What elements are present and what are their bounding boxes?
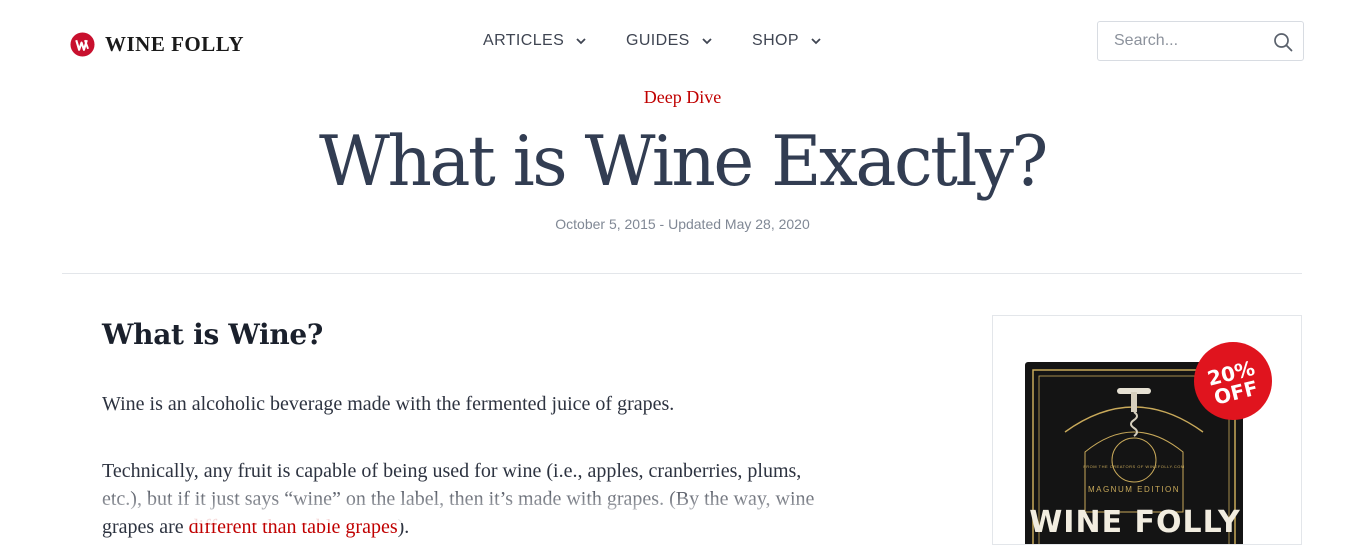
book-edition: MAGNUM EDITION: [1088, 485, 1180, 494]
nav-shop-label: SHOP: [752, 32, 799, 49]
nav-articles[interactable]: ARTICLES: [483, 32, 586, 50]
site-logo[interactable]: WINE FOLLY: [70, 31, 244, 57]
divider: [62, 273, 1302, 274]
nav-shop[interactable]: SHOP: [752, 32, 821, 50]
search-icon[interactable]: [1273, 32, 1293, 52]
paragraph-with-link: Technically, any fruit is capable of bei…: [102, 457, 822, 541]
paragraph-text: Technically, any fruit is capable of bei…: [102, 460, 815, 538]
nav-guides-label: GUIDES: [626, 32, 690, 49]
publish-date: October 5, 2015 - Updated May 28, 2020: [555, 216, 810, 232]
table-grapes-link[interactable]: different than table grapes: [189, 516, 398, 538]
logo-text: WINE FOLLY: [105, 31, 245, 56]
category-link[interactable]: Deep Dive: [0, 87, 1365, 108]
wine-folly-logo-icon: [70, 31, 95, 57]
search-input[interactable]: [1098, 22, 1274, 60]
book-ad[interactable]: FROM THE CREATORS OF WINEFOLLY.COM MAGNU…: [992, 315, 1302, 545]
chevron-down-icon: [576, 37, 586, 44]
nav-articles-label: ARTICLES: [483, 32, 565, 49]
search-box: [1097, 21, 1304, 61]
paragraph: Wine is an alcoholic beverage made with …: [102, 393, 675, 415]
book-small-text: FROM THE CREATORS OF WINEFOLLY.COM: [1083, 464, 1184, 469]
page-title: What is Wine Exactly?: [319, 122, 1048, 202]
site-header: WINE FOLLY ARTICLES GUIDES SHOP: [0, 0, 1365, 85]
chevron-down-icon: [811, 37, 821, 44]
section-heading: What is Wine?: [102, 318, 324, 351]
discount-badge: 20% OFF: [1194, 342, 1272, 420]
chevron-down-icon: [702, 37, 712, 44]
nav-guides[interactable]: GUIDES: [626, 32, 712, 50]
article-body: What is Wine? Wine is an alcoholic bever…: [102, 316, 832, 538]
